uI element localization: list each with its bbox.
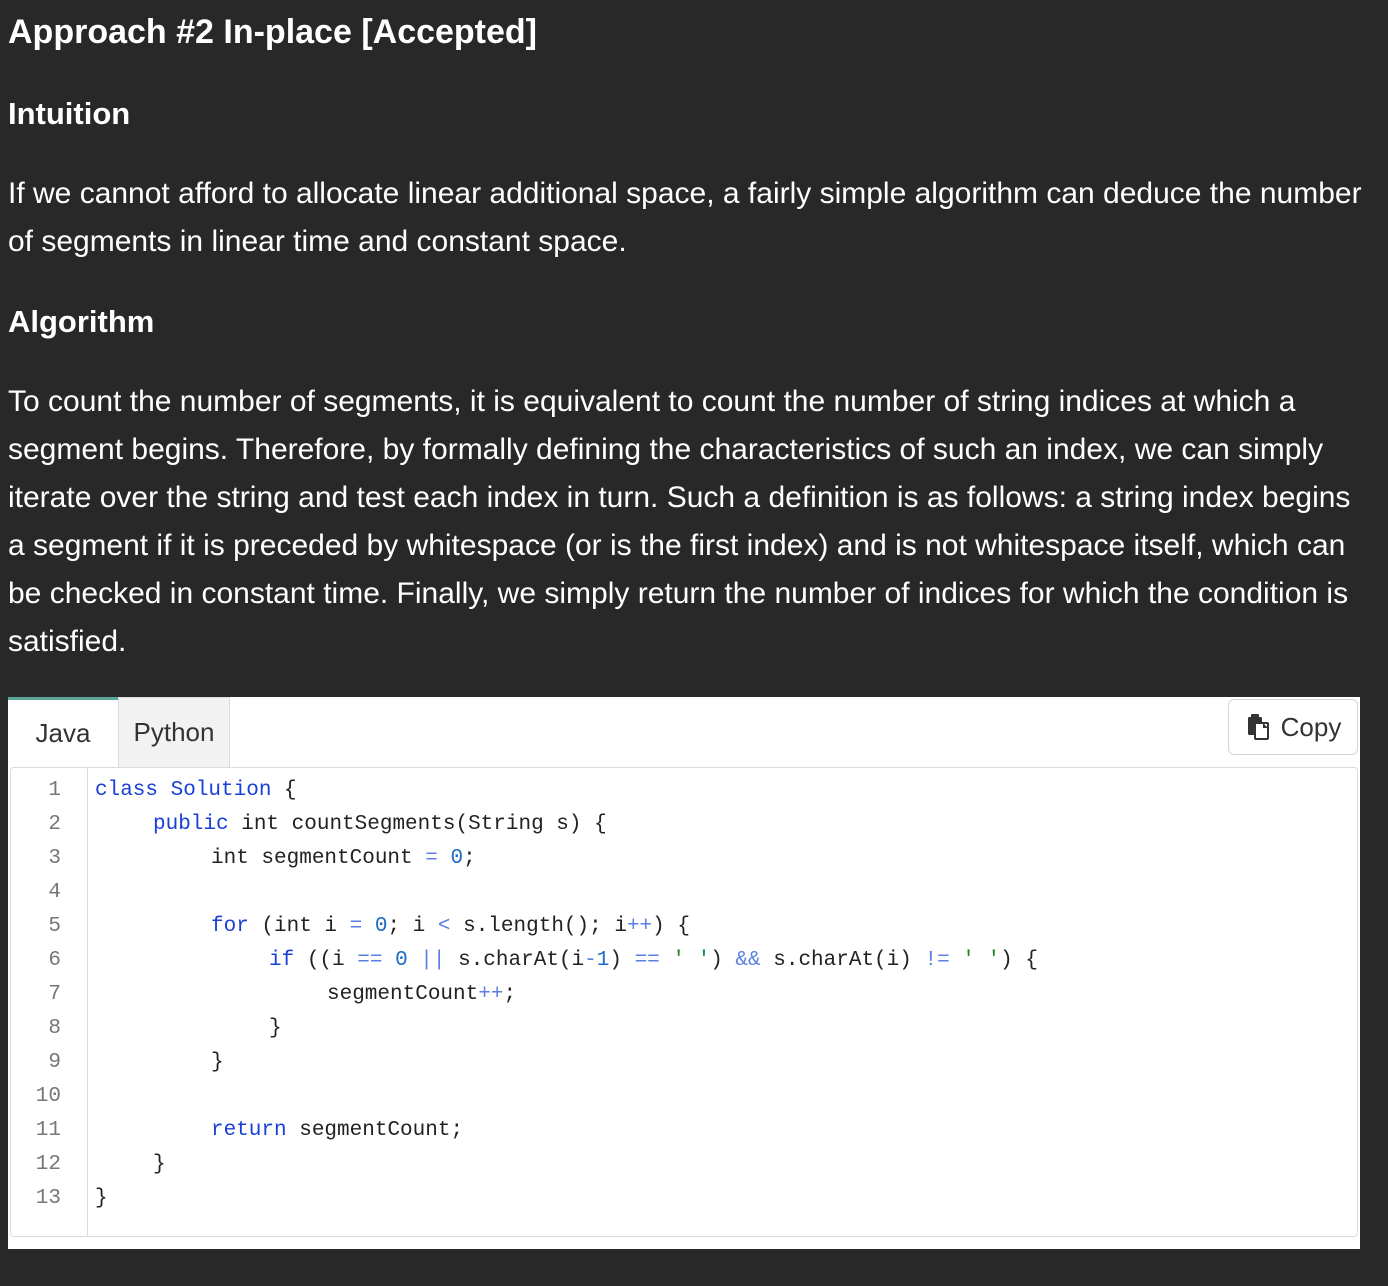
intuition-paragraph: If we cannot afford to allocate linear a… xyxy=(8,177,1362,258)
line-number: 5 xyxy=(48,915,61,938)
line-number: 8 xyxy=(48,1017,61,1040)
line-number: 13 xyxy=(35,1187,61,1210)
code-editor[interactable]: 1 2 3 4 5 6 7 8 9 10 11 12 13 class Solu… xyxy=(10,767,1358,1237)
tab-python[interactable]: Python xyxy=(118,697,230,767)
line-number: 12 xyxy=(35,1153,61,1176)
code-line: for (int i = 0; i < s.length(); i++) { xyxy=(211,915,690,938)
line-number: 2 xyxy=(48,813,61,836)
line-number: 7 xyxy=(48,983,61,1006)
copy-button[interactable]: Copy xyxy=(1228,699,1358,755)
line-number: 4 xyxy=(48,881,61,904)
page-title: Approach #2 In-place [Accepted] xyxy=(8,13,538,51)
algorithm-paragraph: To count the number of segments, it is e… xyxy=(8,385,1351,658)
line-number-gutter: 1 2 3 4 5 6 7 8 9 10 11 12 13 xyxy=(11,768,88,1236)
code-line: } xyxy=(153,1153,166,1176)
line-number: 10 xyxy=(35,1085,61,1108)
line-number: 9 xyxy=(48,1051,61,1074)
clipboard-icon xyxy=(1247,714,1269,740)
code-line: } xyxy=(269,1017,282,1040)
code-line: } xyxy=(211,1051,224,1074)
code-line: segmentCount++; xyxy=(327,983,517,1006)
code-panel: Java Python Copy 1 2 3 4 5 6 7 8 9 10 11… xyxy=(8,697,1360,1249)
line-number: 3 xyxy=(48,847,61,870)
tab-java[interactable]: Java xyxy=(8,697,118,767)
code-line: return segmentCount; xyxy=(211,1119,464,1142)
line-number: 11 xyxy=(35,1119,61,1142)
line-number: 6 xyxy=(48,949,61,972)
code-line: int segmentCount = 0; xyxy=(211,847,476,870)
copy-label: Copy xyxy=(1280,711,1342,742)
code-line: class Solution { xyxy=(95,779,297,802)
code-line: } xyxy=(95,1187,108,1210)
intuition-heading: Intuition xyxy=(8,96,131,131)
line-number: 1 xyxy=(48,779,61,802)
algorithm-heading: Algorithm xyxy=(8,304,155,339)
code-line: public int countSegments(String s) { xyxy=(153,813,607,836)
code-line: if ((i == 0 || s.charAt(i-1) == ' ') && … xyxy=(269,949,1038,972)
